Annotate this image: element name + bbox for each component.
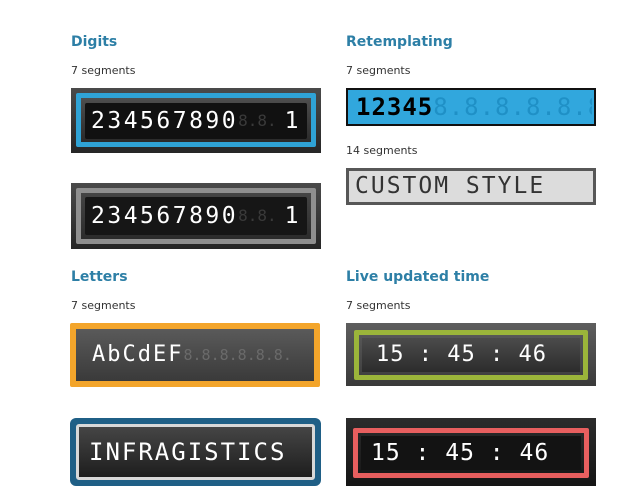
display-unlit-segments: 8.8.: [238, 206, 277, 225]
display-lit-text: INFRAGISTICS: [89, 438, 287, 466]
retemplating-subtitle-7: 7 segments: [346, 64, 411, 77]
digits-display-blue: 234567890 8.8. 1: [71, 88, 321, 153]
display-lit-text: AbCdEF: [92, 342, 184, 367]
display-screen: INFRAGISTICS: [82, 430, 309, 474]
digits-display-grey: 234567890 8.8. 1: [71, 183, 321, 249]
display-unlit-segments: 8.8.8.8.8.8.: [183, 345, 292, 364]
time-display-red: 15 : 45 : 46: [346, 418, 596, 486]
letters-subtitle: 7 segments: [71, 299, 136, 312]
letters-display-infragistics: INFRAGISTICS: [70, 418, 321, 486]
custom-style-display: CUSTOM STYLE: [346, 168, 596, 205]
time-display-green: 15 : 45 : 46: [346, 323, 596, 386]
display-lit-text: 234567890: [91, 202, 239, 229]
display-time-text: 15 : 45 : 46: [376, 342, 547, 367]
retemplated-blue-display: 12345 8.8.8.8.8.8.: [346, 88, 596, 126]
display-screen: 12345 8.8.8.8.8.8.: [350, 92, 592, 122]
display-screen: AbCdEF 8.8.8.8.8.8.: [76, 329, 314, 381]
display-lit-tail: 1: [284, 202, 302, 229]
display-lit-text: CUSTOM STYLE: [355, 173, 546, 199]
display-unlit-segments: 8.8.8.8.8.8.: [433, 93, 592, 121]
digits-heading: Digits: [71, 34, 118, 50]
display-screen: 234567890 8.8. 1: [85, 197, 307, 235]
display-lit-tail: 1: [284, 107, 302, 134]
digits-subtitle: 7 segments: [71, 64, 136, 77]
letters-heading: Letters: [71, 269, 128, 285]
display-screen: 234567890 8.8. 1: [85, 103, 307, 139]
live-time-heading: Live updated time: [346, 269, 490, 285]
display-time-text: 15 : 45 : 46: [371, 439, 550, 466]
letters-display-orange: AbCdEF 8.8.8.8.8.8.: [70, 323, 320, 387]
retemplating-heading: Retemplating: [346, 34, 453, 50]
display-screen: 15 : 45 : 46: [361, 436, 581, 470]
display-screen: 15 : 45 : 46: [362, 338, 580, 372]
retemplating-subtitle-14: 14 segments: [346, 144, 418, 157]
display-unlit-segments: 8.8.: [238, 111, 277, 130]
display-screen: CUSTOM STYLE: [349, 171, 593, 202]
display-lit-text: 12345: [356, 93, 434, 121]
display-lit-text: 234567890: [91, 107, 239, 134]
live-time-subtitle: 7 segments: [346, 299, 411, 312]
